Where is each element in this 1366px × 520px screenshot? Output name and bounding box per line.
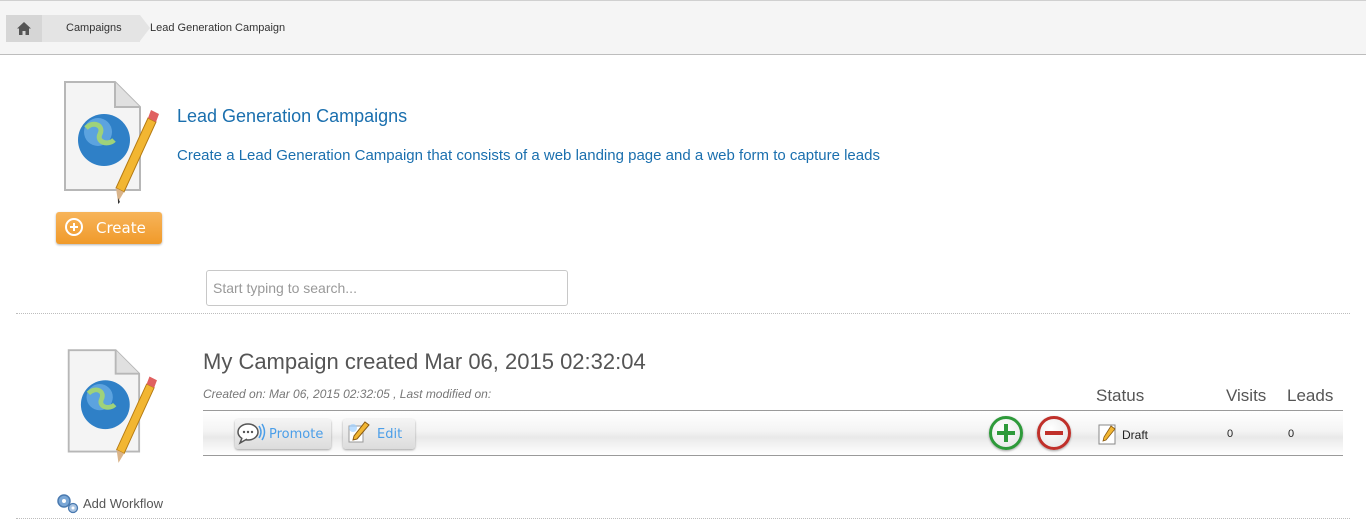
- home-icon: [17, 22, 31, 35]
- campaign-meta: Created on: Mar 06, 2015 02:32:05 , Last…: [203, 387, 492, 401]
- create-button[interactable]: Create: [56, 212, 162, 244]
- campaign-icon: [64, 348, 172, 466]
- column-header-leads: Leads: [1287, 386, 1334, 405]
- promote-button-label: Promote: [269, 427, 324, 442]
- column-header-status: Status: [1096, 386, 1145, 405]
- add-workflow-link[interactable]: Add Workflow: [56, 492, 163, 514]
- speech-bubble-icon: [237, 423, 266, 445]
- add-workflow-label: Add Workflow: [83, 496, 163, 511]
- divider: [16, 313, 1350, 314]
- draft-note-icon: [1098, 424, 1116, 445]
- campaign-title[interactable]: My Campaign created Mar 06, 2015 02:32:0…: [203, 349, 646, 375]
- breadcrumb-campaigns[interactable]: Campaigns: [42, 15, 140, 42]
- divider: [16, 518, 1350, 519]
- status-value: Draft: [1122, 428, 1149, 442]
- web-page-pencil-icon: [60, 80, 175, 205]
- promote-button[interactable]: Promote: [235, 419, 331, 449]
- page-title: Lead Generation Campaigns: [177, 106, 408, 126]
- gears-icon: [57, 494, 79, 514]
- add-button[interactable]: [989, 416, 1023, 450]
- leads-value: 0: [1288, 428, 1295, 440]
- breadcrumb-bar: Campaigns Lead Generation Campaign: [0, 0, 1366, 55]
- plus-icon: [997, 424, 1015, 442]
- search-input[interactable]: [206, 270, 568, 306]
- remove-button[interactable]: [1037, 416, 1071, 450]
- plus-circle-icon: [65, 218, 83, 236]
- visits-value: 0: [1227, 428, 1234, 440]
- breadcrumb-home[interactable]: [6, 15, 42, 42]
- minus-icon: [1045, 431, 1063, 435]
- breadcrumb-current: Lead Generation Campaign: [150, 22, 286, 34]
- edit-pencil-icon: [348, 421, 370, 443]
- breadcrumb-separator: [140, 15, 150, 41]
- status-cell: Draft: [1098, 423, 1148, 445]
- column-header-visits: Visits: [1226, 386, 1267, 405]
- edit-button-label: Edit: [377, 427, 403, 442]
- edit-button[interactable]: Edit: [343, 419, 415, 449]
- create-button-label: Create: [96, 219, 146, 237]
- page-description: Create a Lead Generation Campaign that c…: [177, 147, 880, 164]
